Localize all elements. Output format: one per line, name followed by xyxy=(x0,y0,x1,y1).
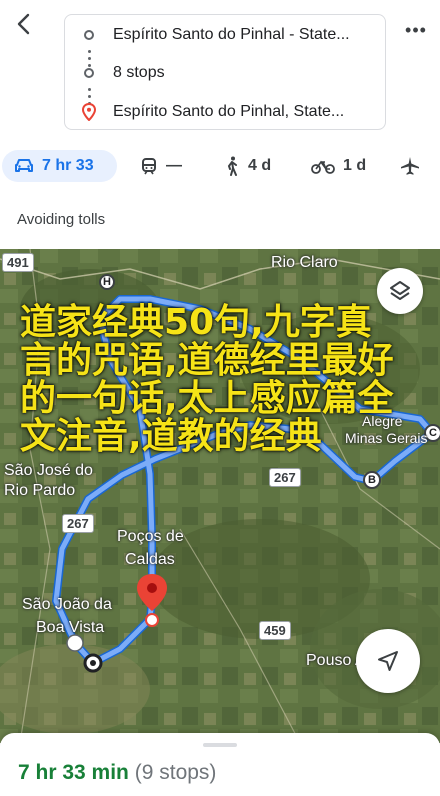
car-icon xyxy=(15,159,33,172)
total-duration: 7 hr 33 min xyxy=(18,761,129,784)
back-button[interactable] xyxy=(8,8,40,40)
route-stops-card: Espírito Santo do Pinhal - State... 8 st… xyxy=(64,14,386,130)
road-shield-491: 491 xyxy=(2,253,34,272)
travel-mode-bar: 7 hr 33 — 4 d 1 d xyxy=(0,146,440,186)
driving-duration: 7 hr 33 xyxy=(42,157,94,174)
bicycle-icon xyxy=(311,160,335,174)
walking-icon xyxy=(227,156,237,176)
more-options-button[interactable]: ••• xyxy=(400,14,432,46)
transit-duration: — xyxy=(166,157,182,174)
mode-transit-tab[interactable]: — xyxy=(140,150,182,182)
cycling-duration: 1 d xyxy=(343,157,367,174)
stops-row[interactable]: 8 stops xyxy=(65,57,385,89)
place-sao-joao: São João da xyxy=(22,596,112,613)
avoiding-tolls-label: Avoiding tolls xyxy=(17,211,106,228)
overlay-caption: 道家经典50句,九字真言的咒语,道德经里最好的一句话,太上感应篇全文注音,道教的… xyxy=(20,302,394,457)
place-rio-claro: Rio Claro xyxy=(271,254,338,271)
place-caldas: Caldas xyxy=(125,551,175,568)
destination-text: Espírito Santo do Pinhal, State... xyxy=(113,103,345,120)
recenter-navigation-button[interactable] xyxy=(356,629,420,693)
sheet-drag-handle[interactable] xyxy=(203,743,237,747)
directions-header: Espírito Santo do Pinhal - State... 8 st… xyxy=(0,0,440,142)
waypoint-b-marker[interactable]: B xyxy=(363,471,381,489)
origin-text: Espírito Santo do Pinhal - State... xyxy=(113,26,350,43)
place-boa-vista: Boa Vista xyxy=(36,619,105,636)
back-arrow-icon xyxy=(17,13,30,35)
layers-icon xyxy=(390,281,410,300)
place-sao-jose: São José do xyxy=(4,462,93,479)
train-icon xyxy=(142,158,156,175)
stops-count-text: 8 stops xyxy=(113,64,165,81)
walking-duration: 4 d xyxy=(248,157,272,174)
more-vert-icon: ••• xyxy=(405,19,427,40)
route-summary-sheet[interactable]: 7 hr 33 min (9 stops) xyxy=(0,733,440,796)
road-shield-267-west: 267 xyxy=(62,514,94,533)
road-shield-267-east: 267 xyxy=(269,468,301,487)
total-stops: (9 stops) xyxy=(134,761,217,784)
map-layers-button[interactable] xyxy=(377,268,423,314)
mode-flight-tab[interactable] xyxy=(400,150,420,182)
airplane-icon xyxy=(401,157,419,175)
place-rio-pardo: Rio Pardo xyxy=(4,482,76,499)
origin-circle-icon xyxy=(84,30,94,40)
route-summary: 7 hr 33 min (9 stops) xyxy=(18,761,216,785)
navigation-arrow-icon xyxy=(378,651,398,671)
stops-circle-icon xyxy=(84,68,94,78)
destination-row[interactable]: Espírito Santo do Pinhal, State... xyxy=(65,96,385,128)
origin-row[interactable]: Espírito Santo do Pinhal - State... xyxy=(65,19,385,51)
mode-walking-tab[interactable]: 4 d xyxy=(224,150,271,182)
mode-driving-tab[interactable]: 7 hr 33 xyxy=(2,150,117,182)
mode-cycling-tab[interactable]: 1 d xyxy=(311,150,366,182)
waypoint-h-marker[interactable]: H xyxy=(99,274,115,290)
place-pocos-de: Poços de xyxy=(117,528,184,545)
road-shield-459: 459 xyxy=(259,621,291,640)
destination-pin-icon xyxy=(82,103,96,121)
